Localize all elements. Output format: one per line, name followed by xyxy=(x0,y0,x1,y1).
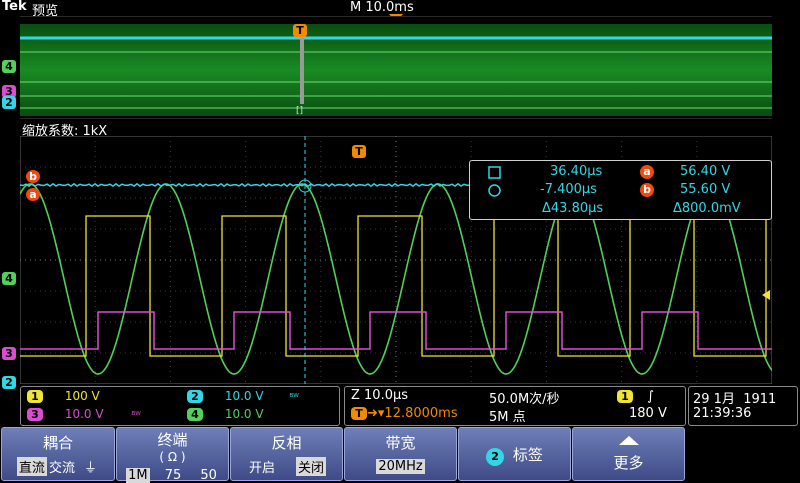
status-bar: 1 100 V 3 10.0 V ᴮᵂ 2 10.0 V ᴮᵂ 4 10.0 V… xyxy=(0,386,800,426)
termination-75[interactable]: 75 xyxy=(163,468,184,483)
cursor-a-badge: a xyxy=(640,165,654,179)
overview-waveforms xyxy=(20,15,772,120)
bandwidth-button[interactable]: 带宽 20MHz xyxy=(344,427,457,481)
rising-edge-icon: ∫ xyxy=(647,389,654,404)
ch2-bw-icon: ᴮᵂ xyxy=(289,393,299,403)
delta-time: Δ43.80µs xyxy=(542,201,604,216)
label-text: 标签 xyxy=(512,446,543,464)
coupling-dc[interactable]: 直流 xyxy=(16,457,47,476)
cursor1-square-icon xyxy=(488,166,501,179)
cursor2-circle-icon xyxy=(488,184,501,197)
cursor-b-marker: b xyxy=(26,170,40,183)
trigger-level: 180 V xyxy=(629,406,667,421)
delta-voltage: Δ800.0mV xyxy=(673,201,741,216)
cursor-a-marker: a xyxy=(26,188,40,201)
more-button[interactable]: 更多 xyxy=(572,427,685,481)
ch2-scale[interactable]: 2 10.0 V ᴮᵂ xyxy=(187,389,299,403)
invert-button[interactable]: 反相 开启 关闭 xyxy=(230,427,343,481)
overview-ch4-marker: 4 xyxy=(2,60,16,73)
trigger-marker: T xyxy=(352,145,366,158)
termination-button[interactable]: 终端 ( Ω ) 1M 75 50 xyxy=(116,427,229,483)
ch3-ground-marker: 3 xyxy=(2,347,16,360)
main-timebase: M 10.0ms xyxy=(350,0,414,15)
horizontal-trigger-panel[interactable]: Z 10.0µs T ➜▾12.8000ms 50.0M次/秒 5M 点 1 ∫ … xyxy=(344,386,686,426)
label-button[interactable]: 2 标签 xyxy=(458,427,571,481)
ch1-scale[interactable]: 1 100 V xyxy=(27,389,100,403)
coupling-ac[interactable]: 交流 xyxy=(47,457,77,476)
datetime-panel: 29 1月 1911 21:39:36 xyxy=(688,386,798,426)
sample-rate: 50.0M次/秒 xyxy=(489,392,560,407)
zoom-timebase: Z 10.0µs xyxy=(351,388,409,403)
more-label: 更多 xyxy=(613,454,644,472)
channel-scale-panel[interactable]: 1 100 V 3 10.0 V ᴮᵂ 2 10.0 V ᴮᵂ 4 10.0 V xyxy=(20,386,340,426)
ch4-scale[interactable]: 4 10.0 V xyxy=(187,407,264,421)
time: 21:39:36 xyxy=(693,406,752,421)
cursor1-time: 36.40µs xyxy=(550,164,603,179)
ch2-label-badge: 2 xyxy=(486,448,505,466)
overview-trigger-marker: T xyxy=(293,24,307,37)
record-overview[interactable]: T [] xyxy=(20,15,772,120)
bandwidth-label: 带宽 xyxy=(385,434,416,452)
date: 29 1月 1911 xyxy=(693,392,777,407)
coupling-button[interactable]: 耦合 直流 交流 ⏚ xyxy=(1,427,115,481)
termination-label: 终端 xyxy=(157,431,188,449)
ch4-ground-marker: 4 xyxy=(2,272,16,285)
cursor-b-badge: b xyxy=(640,183,654,197)
invert-off[interactable]: 关闭 xyxy=(296,457,327,476)
termination-unit: ( Ω ) xyxy=(159,450,186,464)
ground-icon[interactable]: ⏚ xyxy=(82,457,99,476)
invert-label: 反相 xyxy=(271,434,302,452)
bandwidth-value: 20MHz xyxy=(376,459,425,474)
record-length: 5M 点 xyxy=(489,410,526,425)
cursor-b-voltage: 55.60 V xyxy=(680,182,731,197)
ch3-bw-icon: ᴮᵂ xyxy=(131,411,141,421)
coupling-label: 耦合 xyxy=(42,434,73,452)
termination-50[interactable]: 50 xyxy=(198,468,219,483)
overview-ch2-marker: 2 xyxy=(2,96,16,109)
cursor2-time: -7.400µs xyxy=(540,182,597,197)
top-bar: Tek 预览 M 10.0ms xyxy=(0,0,800,22)
trigger-delay: T ➜▾12.8000ms xyxy=(351,406,458,421)
ch3-scale[interactable]: 3 10.0 V ᴮᵂ xyxy=(27,407,141,421)
cursor-readout: 36.40µs -7.400µs Δ43.80µs a 56.40 V b 55… xyxy=(469,160,772,220)
termination-1m[interactable]: 1M xyxy=(126,468,150,483)
trigger-level-icon xyxy=(762,290,770,300)
invert-on[interactable]: 开启 xyxy=(247,457,277,476)
brand-logo: Tek xyxy=(2,0,27,14)
chevron-up-icon xyxy=(618,436,639,445)
trigger-source: 1 ∫ xyxy=(617,389,654,404)
zoom-window-bracket: [] xyxy=(296,106,304,116)
cursor-a-voltage: 56.40 V xyxy=(680,164,731,179)
